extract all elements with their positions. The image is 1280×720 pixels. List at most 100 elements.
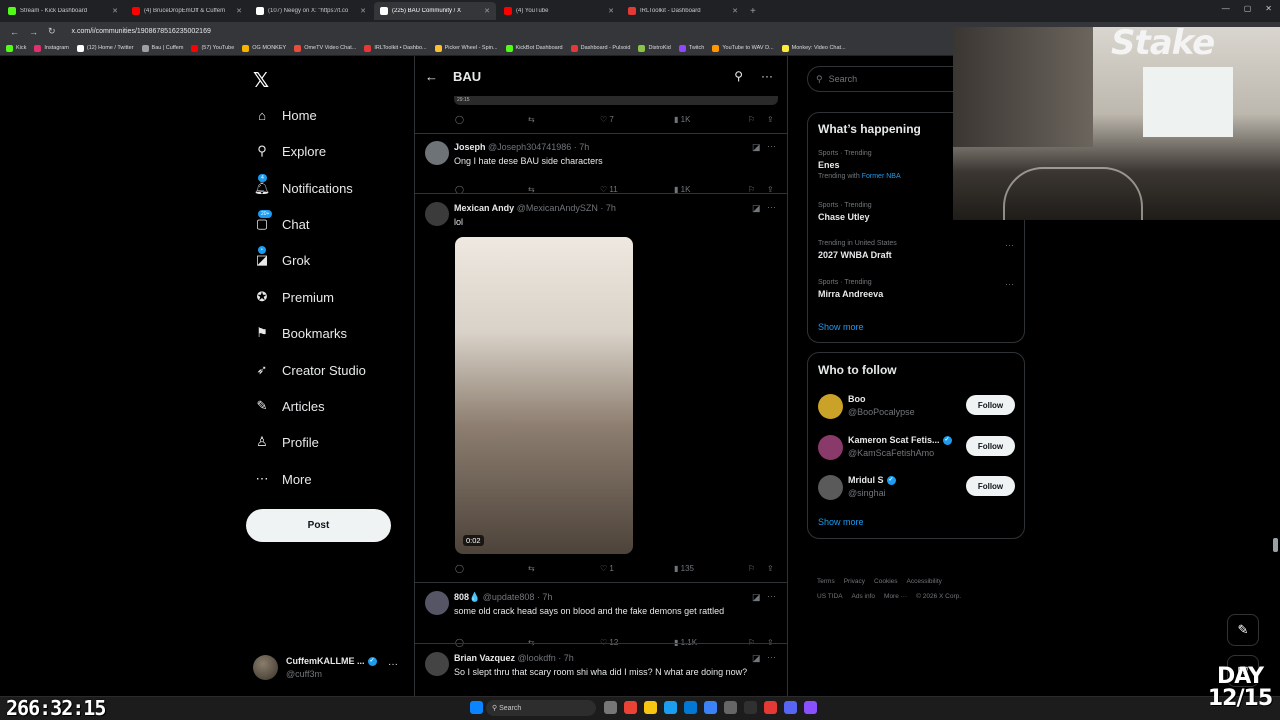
retweet-icon[interactable]: ⇆ (528, 115, 535, 124)
bookmark-item[interactable]: Bau | Cuffem (141, 44, 183, 52)
grok-icon[interactable]: ◪ (752, 203, 761, 214)
bookmark-item[interactable]: IRLToolkit • Dashbo... (364, 44, 427, 52)
close-icon[interactable]: ✕ (732, 7, 738, 15)
sidebar-item-notifications[interactable]: 🔔︎ 4 Notifications (254, 174, 353, 196)
avatar[interactable] (425, 202, 449, 226)
back-arrow-icon[interactable]: ← (425, 69, 438, 84)
browser-tab[interactable]: (4) YouTube ✕ (498, 2, 620, 20)
avatar[interactable] (425, 591, 449, 615)
sidebar-item-creator-studio[interactable]: ➶ Creator Studio (254, 362, 366, 378)
avatar[interactable] (425, 652, 449, 676)
follow-button[interactable]: Follow (966, 395, 1015, 415)
close-icon[interactable]: ✕ (360, 7, 366, 15)
x-logo-icon[interactable]: 𝕏 (253, 68, 269, 92)
footer-link[interactable]: Privacy (844, 578, 865, 585)
more-dots-icon[interactable]: ··· (767, 652, 776, 662)
settings-icon[interactable] (724, 701, 737, 714)
windows-start-icon[interactable] (470, 701, 483, 714)
app-icon[interactable] (764, 701, 777, 714)
follow-suggestion[interactable]: Kameron Scat Fetis... ✓ @KamScaFetishAmo Fo… (818, 434, 1015, 462)
grok-icon[interactable]: ◪ (752, 653, 761, 664)
close-icon[interactable]: ✕ (1265, 4, 1272, 13)
views-count[interactable]: ▮ 1.1K (674, 638, 697, 647)
reply-button[interactable]: ◯ (455, 638, 464, 647)
grok-icon[interactable]: ◪ (752, 142, 761, 153)
bookmark-item[interactable]: KickBot Dashboard (505, 44, 563, 52)
share-icon[interactable]: ⇪ (767, 115, 774, 124)
more-dots-icon[interactable]: ··· (761, 69, 773, 83)
views-count[interactable]: ▮ 1K (674, 115, 690, 124)
sidebar-item-bookmarks[interactable]: ⚑ Bookmarks (254, 325, 347, 341)
bookmark-item[interactable]: YouTube to WAV D... (712, 44, 774, 52)
show-more-link[interactable]: Show more (818, 322, 864, 332)
follow-suggestion[interactable]: Boo @BooPocalypse Follow (818, 393, 1015, 421)
maximize-icon[interactable]: ▢ (1244, 4, 1252, 13)
sidebar-item-more[interactable]: ⋯ More (254, 471, 312, 487)
browser-tab[interactable]: Stream - Kick Dashboard ✕ (2, 2, 124, 20)
sidebar-item-grok[interactable]: ◪ • Grok (254, 246, 310, 268)
bookmark-item[interactable]: Picker Wheel - Spin... (434, 44, 498, 52)
footer-link[interactable]: Ads info (852, 593, 876, 600)
obs-icon[interactable] (744, 701, 757, 714)
close-icon[interactable]: ✕ (608, 7, 614, 15)
mail-icon[interactable] (704, 701, 717, 714)
new-tab-icon[interactable]: + (750, 6, 756, 17)
taskview-icon[interactable] (604, 701, 617, 714)
follow-button[interactable]: Follow (966, 476, 1015, 496)
bookmark-item[interactable]: Twitch (678, 44, 704, 52)
more-dots-icon[interactable]: ··· (767, 591, 776, 601)
avatar[interactable] (818, 394, 843, 419)
more-dots-icon[interactable]: ··· (388, 659, 398, 670)
sidebar-item-premium[interactable]: ✪ Premium (254, 289, 334, 305)
chrome-icon[interactable] (624, 701, 637, 714)
bookmark-icon[interactable]: ⚐ (748, 564, 755, 573)
trend-item[interactable]: Trending in United States 2027 WNBA Draft… (818, 240, 1014, 260)
retweet-icon[interactable]: ⇆ (528, 564, 535, 573)
tweet-video[interactable]: 0:02 (455, 237, 633, 554)
browser-tab[interactable]: (225) BAU Community / X ✕ (374, 2, 496, 20)
tweet-author[interactable]: Mexican Andy @MexicanAndySZN · 7h (454, 203, 616, 213)
footer-link[interactable]: Terms (817, 578, 835, 585)
discord-icon[interactable] (784, 701, 797, 714)
browser-tab[interactable]: (4) BruceDropEmOff & Cuffem ✕ (126, 2, 248, 20)
like-button[interactable]: ♡ 7 (600, 115, 614, 124)
scrollbar-thumb[interactable] (1273, 538, 1278, 552)
bookmark-item[interactable]: Monkey: Video Chat... (781, 44, 846, 52)
footer-link[interactable]: Cookies (874, 578, 897, 585)
close-icon[interactable]: ✕ (236, 7, 242, 15)
share-icon[interactable]: ⇪ (767, 564, 774, 573)
sidebar-item-articles[interactable]: ✎ Articles (254, 398, 325, 414)
tweet-author[interactable]: Brian Vazquez @lookdfn · 7h (454, 653, 574, 663)
avatar[interactable] (818, 435, 843, 460)
footer-link[interactable]: More ··· (884, 593, 907, 600)
tweet-author[interactable]: 808💧 @update808 · 7h (454, 592, 552, 603)
compose-icon[interactable]: ✎ (1227, 614, 1259, 646)
url-field[interactable]: x.com/i/communities/1908678516235002169 (72, 28, 211, 35)
sidebar-item-profile[interactable]: ♙ Profile (254, 434, 319, 450)
bookmark-icon[interactable]: ⚐ (748, 638, 755, 647)
bookmark-item[interactable]: DistroKid (638, 44, 671, 52)
views-count[interactable]: ▮ 135 (674, 564, 694, 573)
retweet-icon[interactable]: ⇆ (528, 638, 535, 647)
more-dots-icon[interactable]: ··· (1005, 279, 1014, 289)
bookmark-item[interactable]: Dashboard - Pulsoid (570, 44, 630, 52)
footer-link[interactable]: US TIDA (817, 593, 843, 600)
back-arrow-icon[interactable]: ← (10, 27, 19, 37)
more-dots-icon[interactable]: ··· (1005, 240, 1014, 250)
follow-suggestion[interactable]: Mridul S ✓ @singhai Follow (818, 474, 1015, 502)
avatar[interactable] (425, 141, 449, 165)
post-button[interactable]: Post (246, 509, 391, 542)
explorer-icon[interactable] (644, 701, 657, 714)
footer-link[interactable]: © 2026 X Corp. (916, 593, 961, 600)
trend-item[interactable]: Sports · Trending Mirra Andreeva ··· (818, 279, 1014, 299)
show-more-link[interactable]: Show more (818, 517, 864, 527)
bookmark-item[interactable]: (57) YouTube (191, 44, 234, 52)
edge-icon[interactable] (664, 701, 677, 714)
reply-button[interactable]: ◯ (455, 564, 464, 573)
browser-tab[interactable]: (107) Neegy on X: "https://t.co ✕ (250, 2, 372, 20)
bookmark-item[interactable]: OmeTV Video Chat... (294, 44, 356, 52)
share-icon[interactable]: ⇪ (767, 638, 774, 647)
sidebar-item-home[interactable]: ⌂ Home (254, 107, 317, 123)
like-button[interactable]: ♡ 1 (600, 564, 614, 573)
search-icon[interactable]: ⚲ (734, 69, 743, 83)
